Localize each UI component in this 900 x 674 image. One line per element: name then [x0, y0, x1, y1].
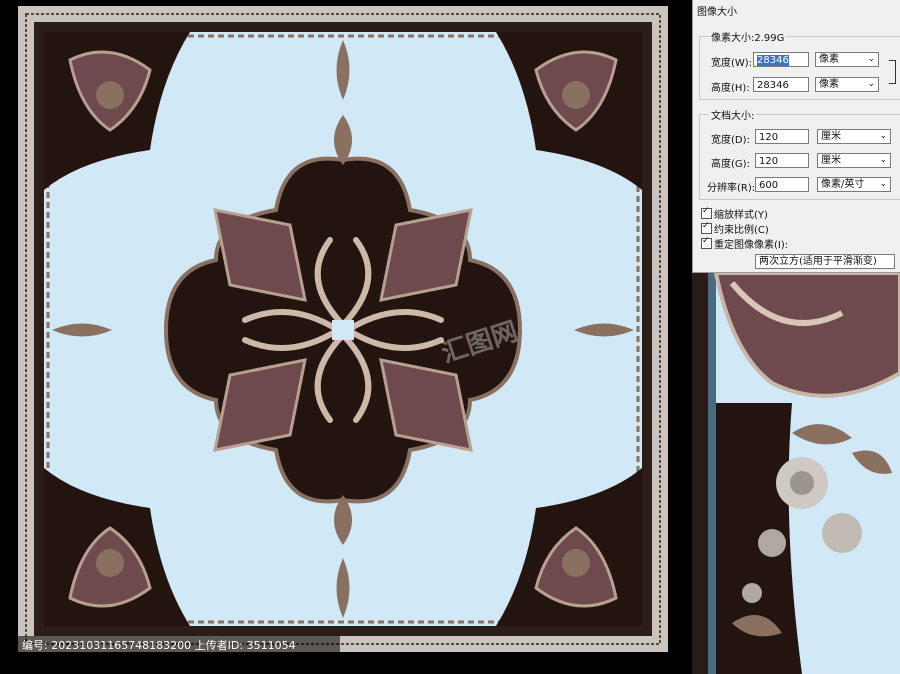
dialog-title: 图像大小	[697, 7, 737, 18]
doc-width-input[interactable]: 120	[755, 129, 809, 144]
doc-height-unit-select[interactable]: 厘米 ⌄	[817, 153, 891, 168]
checkbox-checked-icon	[701, 236, 712, 249]
pixel-width-input[interactable]: 28346	[753, 52, 809, 67]
pixel-width-label: 宽度(W):	[711, 58, 753, 69]
scarf-design-canvas	[0, 0, 690, 674]
resample-image-checkbox[interactable]: 重定图像像素(I):	[701, 236, 788, 251]
chevron-down-icon: ⌄	[867, 54, 875, 64]
pixel-dimensions-legend: 像素大小:2.99G	[709, 29, 787, 44]
pixel-width-unit-select[interactable]: 像素 ⌄	[815, 52, 879, 67]
resolution-input[interactable]: 600	[755, 177, 809, 192]
chevron-down-icon: ⌄	[867, 79, 875, 89]
watermark-caption: 编号: 20231031165748183200 上传者ID: 3511054	[0, 636, 340, 656]
resolution-unit-select[interactable]: 像素/英寸 ⌄	[817, 177, 891, 192]
doc-width-label: 宽度(D):	[711, 135, 750, 146]
doc-height-label: 高度(G):	[711, 159, 750, 170]
chevron-down-icon: ⌄	[879, 131, 887, 141]
checkbox-checked-icon	[701, 206, 712, 219]
image-size-dialog: 图像大小 像素大小:2.99G 宽度(W): 28346 像素 ⌄ 高度(H): …	[692, 0, 900, 273]
doc-width-unit-select[interactable]: 厘米 ⌄	[817, 129, 891, 144]
zoomed-detail-preview	[692, 273, 900, 674]
chevron-down-icon: ⌄	[879, 155, 887, 165]
doc-height-input[interactable]: 120	[755, 153, 809, 168]
resolution-label: 分辨率(R):	[707, 183, 756, 194]
pixel-height-label: 高度(H):	[711, 83, 750, 94]
pixel-height-unit-select[interactable]: 像素 ⌄	[815, 77, 879, 92]
chevron-down-icon: ⌄	[879, 179, 887, 189]
constrain-proportions-checkbox[interactable]: 约束比例(C)	[701, 221, 769, 236]
pixel-height-input[interactable]: 28346	[753, 77, 809, 92]
pixel-link-bracket	[889, 60, 896, 84]
resample-method-select[interactable]: 两次立方(适用于平滑渐变)	[755, 254, 895, 269]
scale-styles-checkbox[interactable]: 缩放样式(Y)	[701, 206, 768, 221]
checkbox-checked-icon	[701, 221, 712, 234]
document-size-legend: 文档大小:	[709, 107, 757, 122]
